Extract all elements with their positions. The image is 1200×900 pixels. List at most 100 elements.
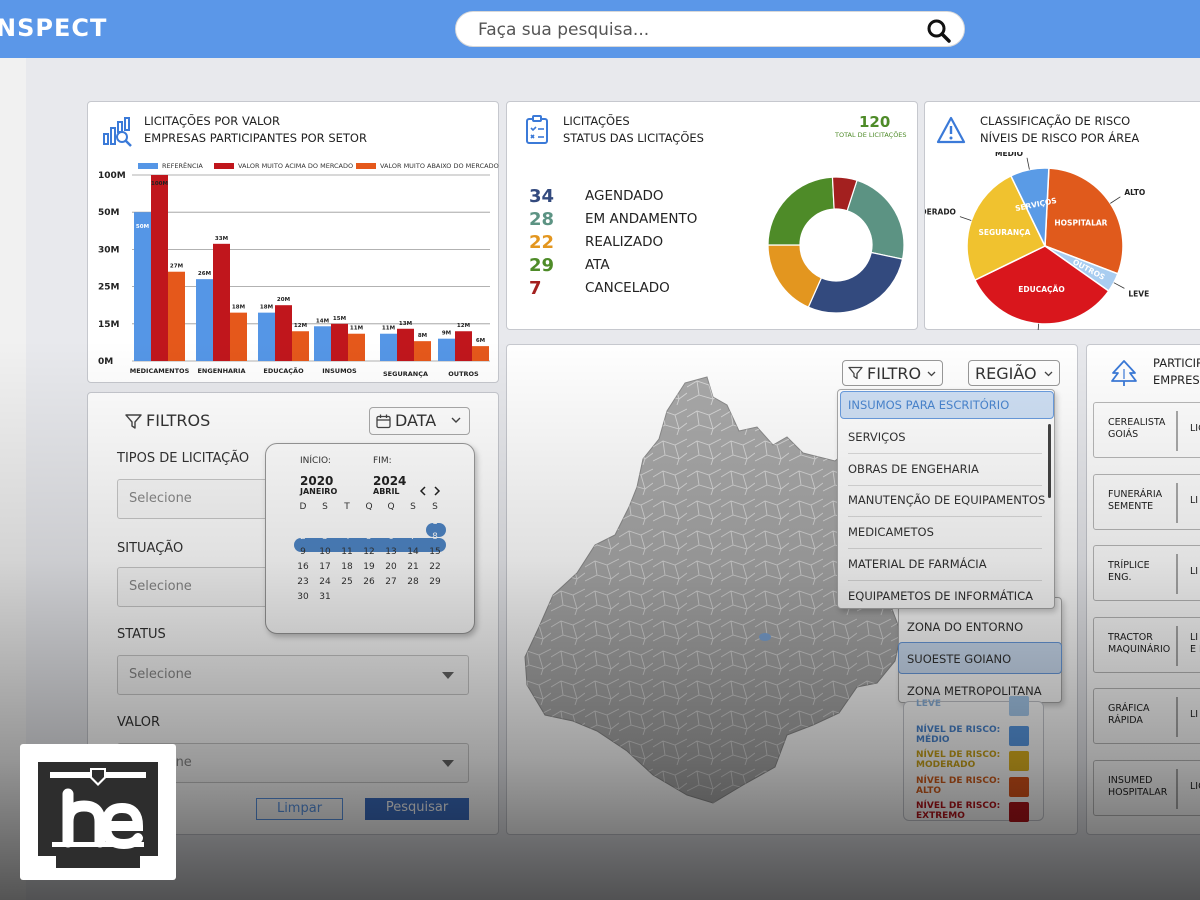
company-item[interactable]: INSUMEDHOSPITALAR LIC — [1093, 759, 1200, 816]
calendar-day[interactable]: 15 — [424, 547, 446, 557]
bar[interactable] — [380, 333, 397, 361]
date-picker[interactable]: INÍCIO: FIM: 2020 JANEIRO 2024 ABRIL DST… — [265, 443, 475, 634]
bar[interactable] — [331, 323, 348, 361]
calendar-day[interactable]: 5 — [358, 532, 380, 542]
calendar-day[interactable]: 13 — [380, 547, 402, 557]
calendar-day[interactable]: 20 — [380, 562, 402, 572]
calendar-day[interactable]: 7 — [402, 532, 424, 542]
calendar-day[interactable]: 31 — [314, 592, 336, 602]
donut-slice[interactable] — [846, 179, 905, 260]
company-item[interactable]: FUNERÁRIA SEMENTE LI — [1093, 473, 1200, 530]
calendar-day[interactable]: 28 — [402, 577, 424, 587]
bar[interactable] — [348, 333, 365, 361]
calendar-day[interactable]: 1 — [424, 517, 446, 527]
filter-option[interactable]: INSUMOS PARA ESCRITÓRIO — [848, 398, 1042, 421]
date-dropdown[interactable]: DATA — [369, 407, 470, 435]
calendar-day[interactable]: 4 — [336, 532, 358, 542]
prev-month-icon[interactable] — [419, 486, 427, 496]
search-icon[interactable] — [926, 18, 952, 44]
bar[interactable] — [455, 331, 472, 361]
donut-slice[interactable] — [767, 176, 835, 246]
calendar-day[interactable]: 2 — [292, 532, 314, 542]
status-row[interactable]: 7 CANCELADO — [529, 278, 670, 300]
filter-option[interactable]: OBRAS DE ENGEHARIA — [848, 462, 1042, 486]
filter-option[interactable]: EQUIPAMETOS DE INFORMÁTICA — [848, 589, 1042, 612]
end-month[interactable]: ABRIL — [373, 487, 400, 496]
region-option[interactable]: ZONA DO ENTORNO — [907, 620, 1053, 644]
bar[interactable] — [414, 341, 431, 361]
filter-option[interactable]: MATERIAL DE FARMÁCIA — [848, 557, 1042, 581]
y-tick-label: 50M — [98, 208, 120, 218]
end-year[interactable]: 2024 — [373, 474, 406, 488]
calendar-day[interactable]: 9 — [292, 547, 314, 557]
bar[interactable] — [292, 331, 309, 361]
bar-data-label: 6M — [476, 338, 485, 344]
calendar-day[interactable]: 24 — [314, 577, 336, 587]
company-tag-line1: LI — [1190, 494, 1199, 506]
calendar-day[interactable]: 19 — [358, 562, 380, 572]
calendar-day[interactable]: 25 — [336, 577, 358, 587]
calendar-day[interactable]: 10 — [314, 547, 336, 557]
chevron-down-icon — [451, 417, 461, 423]
calendar-day[interactable]: 17 — [314, 562, 336, 572]
bar-chart: 0M 15M 25M 30M 50M 100M 50M 100M 27M MEDICAMENTOS… — [98, 171, 490, 378]
region-dropdown[interactable]: REGIÃO — [968, 360, 1060, 386]
brand-logo[interactable]: NSPECT — [0, 14, 107, 42]
bar[interactable] — [213, 243, 230, 361]
status-select[interactable]: Selecione — [117, 655, 469, 695]
bar[interactable] — [230, 312, 247, 361]
clear-button[interactable]: Limpar — [256, 798, 343, 820]
company-item[interactable]: GRÁFICA RÁPIDA LI — [1093, 688, 1200, 744]
bar[interactable] — [438, 338, 455, 361]
bar[interactable] — [196, 279, 213, 361]
search-bar[interactable] — [455, 11, 965, 47]
y-tick-label: 100M — [98, 171, 126, 181]
risk-level-label: LEVE — [1128, 289, 1149, 298]
search-button[interactable]: Pesquisar — [365, 798, 469, 820]
bar[interactable] — [314, 326, 331, 361]
calendar-day[interactable]: 16 — [292, 562, 314, 572]
calendar-day[interactable]: 22 — [424, 562, 446, 572]
start-month[interactable]: JANEIRO — [300, 487, 337, 496]
scrollbar[interactable] — [1048, 424, 1051, 498]
donut-slice[interactable] — [807, 251, 904, 314]
calendar-day[interactable]: 8 — [424, 532, 446, 542]
bar[interactable] — [258, 312, 275, 361]
bar[interactable] — [168, 271, 185, 361]
region-option[interactable]: SUOESTE GOIANO — [907, 652, 1053, 675]
company-item[interactable]: CEREALISTAGOIÁS LIC — [1093, 402, 1200, 458]
calendar-day[interactable]: 21 — [402, 562, 424, 572]
bar[interactable] — [397, 328, 414, 361]
calendar-day[interactable]: 30 — [292, 592, 314, 602]
company-item[interactable]: TRÍPLICE ENG. LI — [1093, 545, 1200, 601]
search-input[interactable] — [478, 16, 918, 44]
bar[interactable] — [151, 175, 168, 361]
calendar-day[interactable]: 14 — [402, 547, 424, 557]
risk-legend-label: NÍVEL DE RISCO: ALTO — [916, 776, 1000, 796]
company-name-line1: CEREALISTA — [1108, 417, 1166, 428]
company-item[interactable]: TRACTORMAQUINÁRIO LIE M — [1093, 616, 1200, 673]
start-year[interactable]: 2020 — [300, 474, 333, 488]
filter-option[interactable]: SERVIÇOS — [848, 430, 1042, 454]
status-row[interactable]: 34 AGENDADO — [529, 186, 664, 208]
bar[interactable] — [275, 305, 292, 361]
calendar-day[interactable]: 27 — [380, 577, 402, 587]
calendar-day[interactable]: 29 — [424, 577, 446, 587]
calendar-day[interactable]: 26 — [358, 577, 380, 587]
filter-option[interactable]: MEDICAMETOS — [848, 525, 1042, 550]
calendar-day[interactable]: 18 — [336, 562, 358, 572]
calendar-day[interactable]: 11 — [336, 547, 358, 557]
status-row[interactable]: 22 REALIZADO — [529, 232, 663, 254]
calendar-day[interactable]: 12 — [358, 547, 380, 557]
filter-dropdown[interactable]: FILTRO — [842, 360, 943, 386]
status-row[interactable]: 28 EM ANDAMENTO — [529, 209, 697, 231]
filter-option[interactable]: MANUTENÇÃO DE EQUIPAMENTOS — [848, 493, 1045, 518]
bar[interactable] — [134, 212, 151, 361]
next-month-icon[interactable] — [433, 486, 441, 496]
calendar-day[interactable]: 23 — [292, 577, 314, 587]
status-row[interactable]: 29 ATA — [529, 255, 610, 277]
calendar-day[interactable]: 3 — [314, 532, 336, 542]
bar[interactable] — [472, 346, 489, 361]
calendar-day[interactable]: 6 — [380, 532, 402, 542]
top-bar: NSPECT — [0, 0, 1200, 58]
